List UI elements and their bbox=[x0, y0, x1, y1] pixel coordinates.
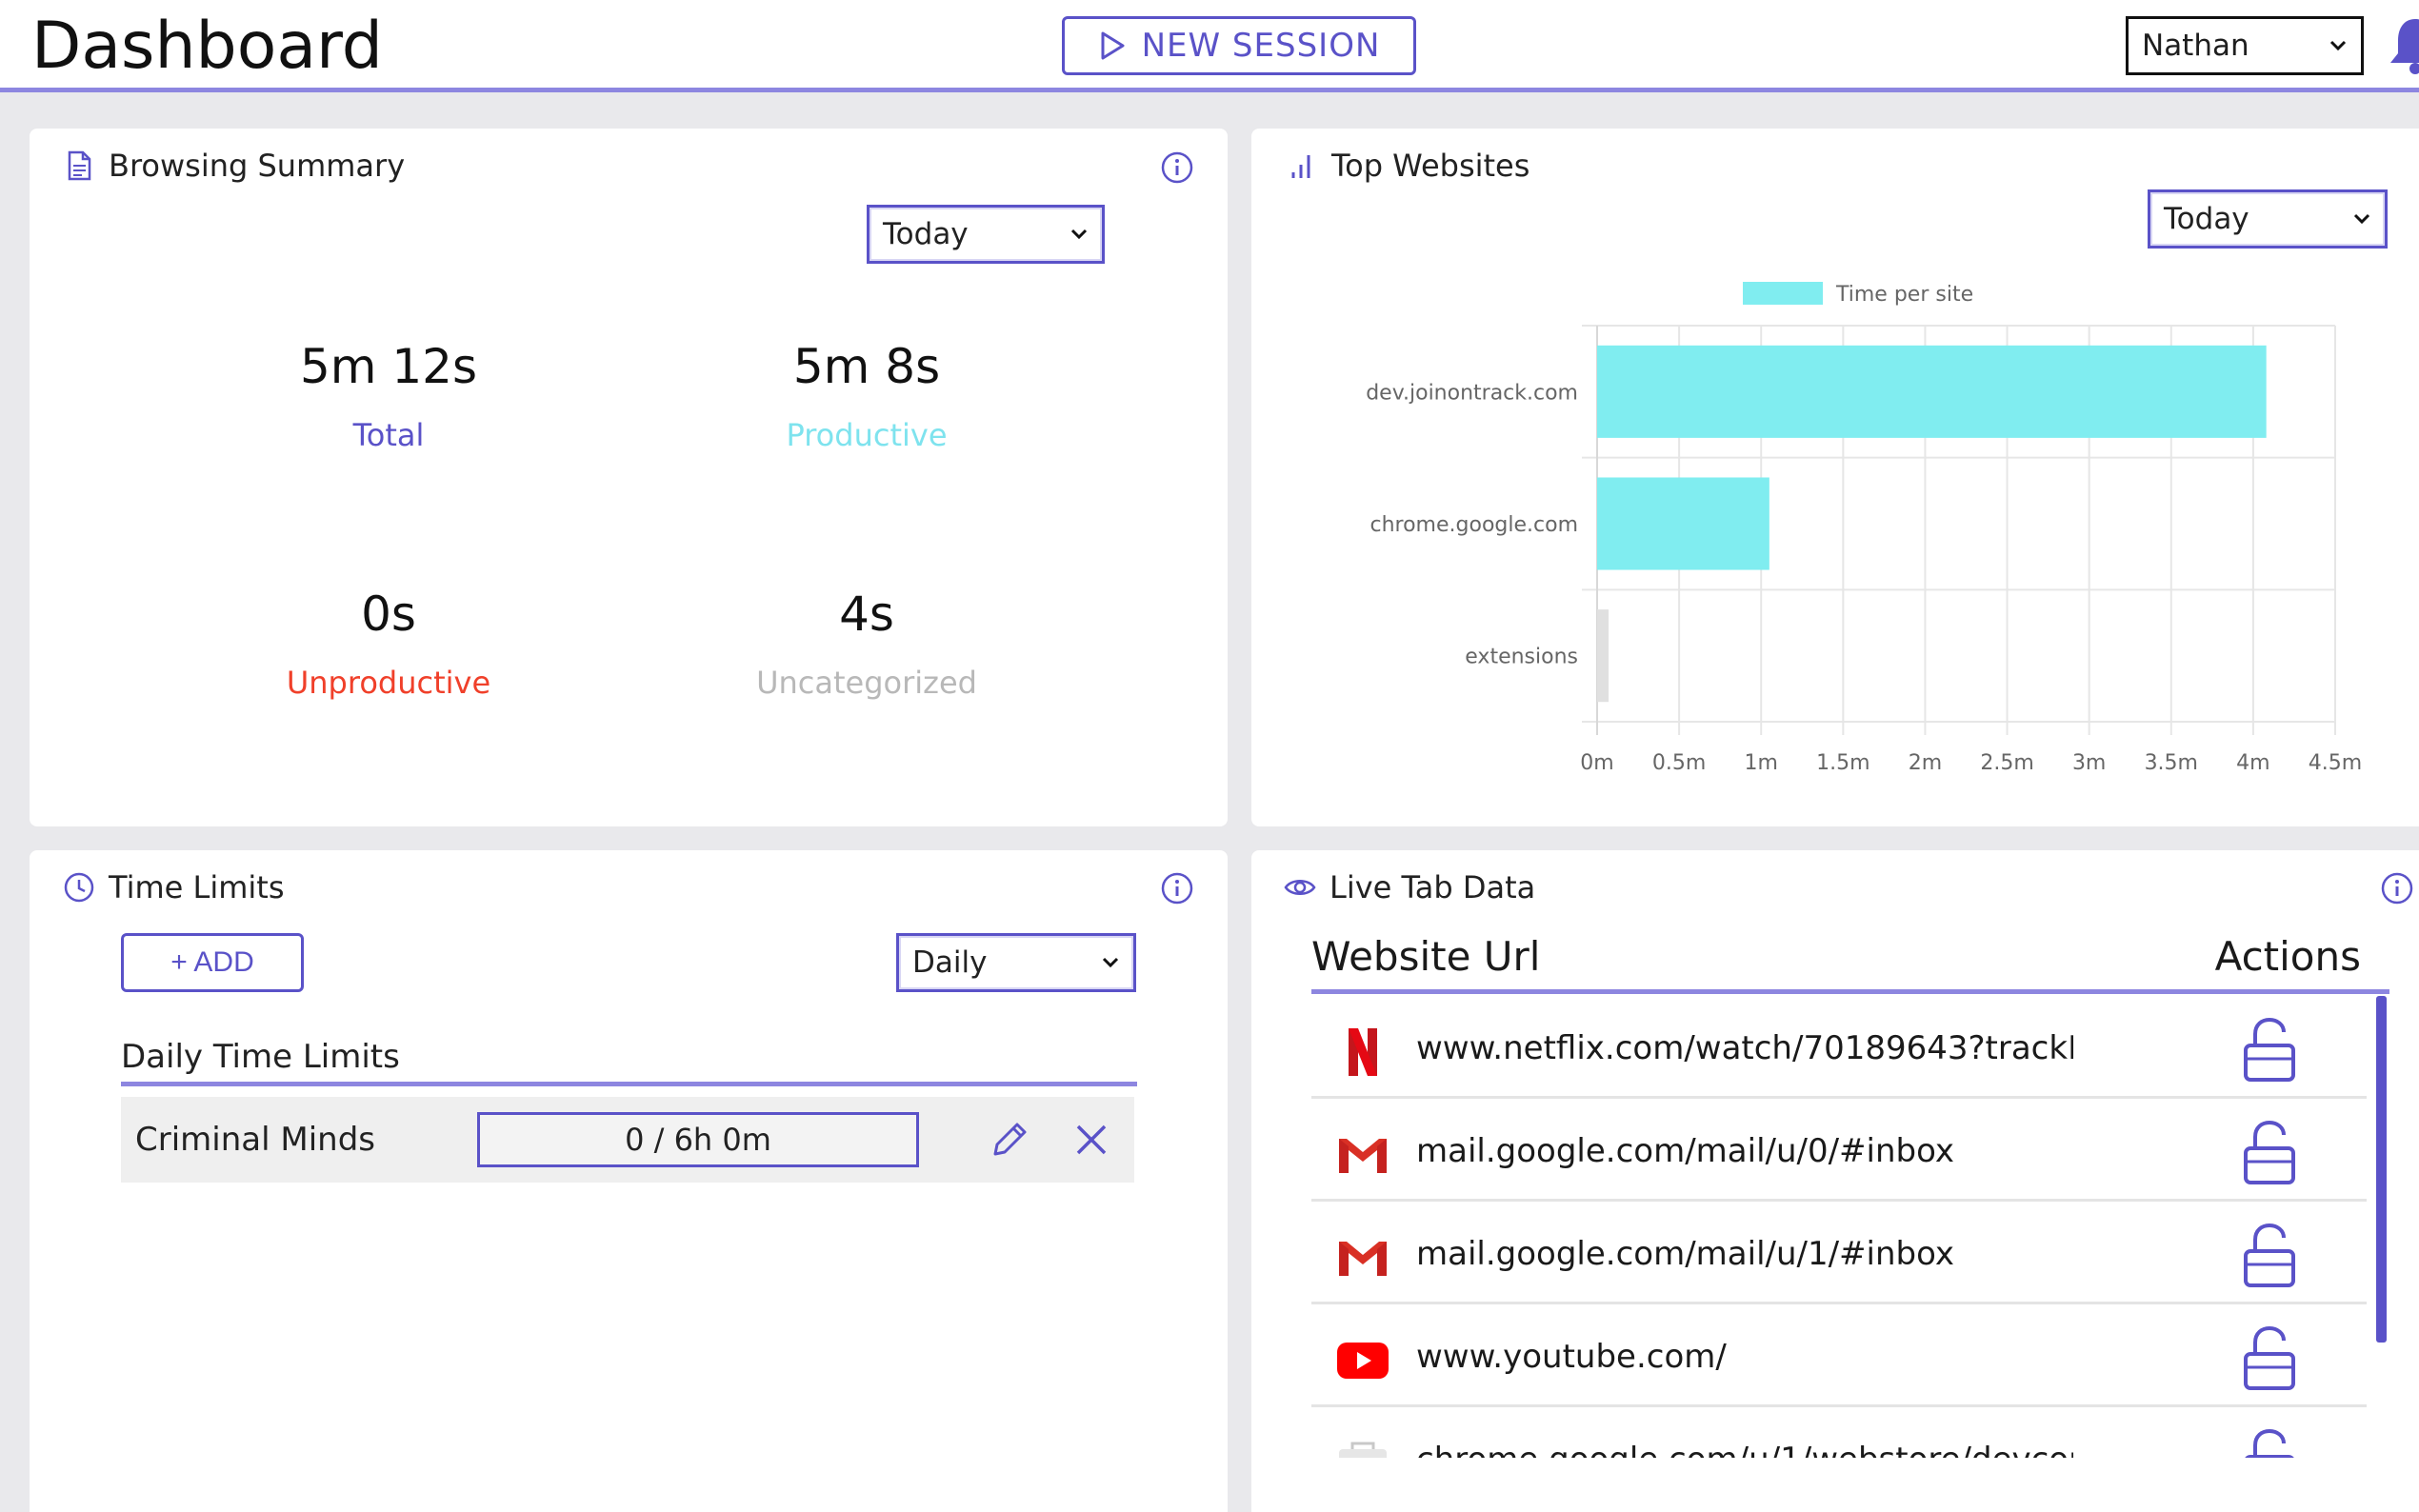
webstore-icon bbox=[1339, 1442, 1387, 1458]
daily-time-limits-heading: Daily Time Limits bbox=[121, 1033, 1137, 1086]
table-row: www.youtube.com/ bbox=[1311, 1304, 2367, 1407]
summary-range-value: Today bbox=[883, 217, 969, 251]
stat-value: 0s bbox=[361, 587, 416, 642]
top-websites-title-text: Top Websites bbox=[1331, 148, 1530, 184]
time-limit-period-value: Daily bbox=[912, 945, 988, 980]
chevron-down-icon bbox=[2329, 40, 2347, 51]
summary-range-select[interactable]: Today bbox=[867, 205, 1105, 264]
tab-url: mail.google.com/mail/u/1/#inbox bbox=[1416, 1235, 1955, 1273]
browsing-summary-title: Browsing Summary bbox=[63, 148, 405, 184]
live-tab-scrollbar[interactable] bbox=[2376, 996, 2387, 1343]
tab-url: mail.google.com/mail/u/0/#inbox bbox=[1416, 1132, 1955, 1170]
tab-url: www.netflix.com/watch/70189643?trackId=2… bbox=[1416, 1029, 2073, 1067]
time-limits-title: Time Limits bbox=[63, 869, 284, 905]
stat-uncategorized: 4s Uncategorized bbox=[667, 581, 1067, 701]
stat-label: Total bbox=[352, 417, 425, 453]
chevron-down-icon bbox=[2353, 213, 2370, 225]
page-title: Dashboard bbox=[31, 9, 383, 84]
time-limit-name: Criminal Minds bbox=[135, 1121, 375, 1159]
new-session-label: NEW SESSION bbox=[1141, 27, 1381, 65]
document-icon bbox=[68, 150, 91, 181]
chevron-down-icon bbox=[1102, 957, 1119, 968]
live-tab-table-header: Website Url Actions bbox=[1311, 933, 2389, 994]
youtube-icon bbox=[1337, 1343, 1389, 1379]
time-limit-usage: 0 / 6h 0m bbox=[625, 1122, 771, 1158]
live-tab-list[interactable]: www.netflix.com/watch/70189643?trackId=2… bbox=[1311, 996, 2389, 1458]
pencil-icon[interactable] bbox=[988, 1118, 1031, 1162]
chevron-down-icon bbox=[1070, 229, 1088, 240]
stat-value: 5m 8s bbox=[792, 339, 941, 394]
tab-url: chrome.google.com/u/1/webstore/devcon bbox=[1416, 1436, 2073, 1458]
unlock-icon[interactable] bbox=[2240, 1325, 2299, 1392]
stat-label: Productive bbox=[786, 417, 948, 453]
top-websites-title: Top Websites bbox=[1286, 148, 1529, 184]
stat-total: 5m 12s Total bbox=[189, 333, 589, 453]
unlock-icon[interactable] bbox=[2240, 1120, 2299, 1186]
stat-productive: 5m 8s Productive bbox=[667, 333, 1067, 453]
app-header: Dashboard NEW SESSION Nathan bbox=[0, 0, 2419, 92]
tab-url: www.youtube.com/ bbox=[1416, 1338, 1727, 1376]
table-row: chrome.google.com/u/1/webstore/devcon bbox=[1311, 1407, 2367, 1458]
time-limit-period-select[interactable]: Daily bbox=[896, 933, 1136, 992]
live-tab-data-title-text: Live Tab Data bbox=[1329, 869, 1536, 905]
table-row: mail.google.com/mail/u/1/#inbox bbox=[1311, 1202, 2367, 1304]
netflix-icon bbox=[1349, 1028, 1377, 1076]
add-time-limit-label: + ADD bbox=[170, 946, 254, 978]
info-icon[interactable] bbox=[1159, 149, 1195, 186]
table-row: www.netflix.com/watch/70189643?trackId=2… bbox=[1311, 996, 2367, 1099]
stat-value: 4s bbox=[839, 587, 894, 642]
clock-icon bbox=[64, 872, 94, 903]
bell-icon[interactable] bbox=[2387, 13, 2419, 74]
info-icon[interactable] bbox=[2379, 870, 2415, 906]
column-header-actions: Actions bbox=[2214, 933, 2361, 980]
close-icon[interactable] bbox=[1072, 1121, 1110, 1159]
add-time-limit-button[interactable]: + ADD bbox=[121, 933, 304, 992]
column-header-url: Website Url bbox=[1311, 933, 1541, 980]
top-websites-range-select[interactable]: Today bbox=[2148, 189, 2388, 249]
stat-unproductive: 0s Unproductive bbox=[189, 581, 589, 701]
unlock-icon[interactable] bbox=[2240, 1223, 2299, 1289]
time-limits-title-text: Time Limits bbox=[109, 869, 285, 905]
new-session-button[interactable]: NEW SESSION bbox=[1062, 16, 1416, 75]
stat-label: Unproductive bbox=[286, 665, 491, 701]
eye-icon bbox=[1284, 880, 1316, 895]
live-tab-data-title: Live Tab Data bbox=[1284, 869, 1535, 905]
stat-label: Uncategorized bbox=[756, 665, 977, 701]
gmail-icon bbox=[1339, 1242, 1387, 1276]
browsing-summary-title-text: Browsing Summary bbox=[109, 148, 406, 184]
time-limit-row: Criminal Minds 0 / 6h 0m bbox=[121, 1097, 1134, 1183]
gmail-icon bbox=[1339, 1139, 1387, 1173]
unlock-icon[interactable] bbox=[2240, 1428, 2299, 1458]
user-select-value: Nathan bbox=[2142, 29, 2249, 63]
time-limit-progress: 0 / 6h 0m bbox=[477, 1112, 919, 1167]
play-icon bbox=[1101, 31, 1125, 60]
info-icon[interactable] bbox=[1159, 870, 1195, 906]
unlock-icon[interactable] bbox=[2240, 1017, 2299, 1084]
table-row: mail.google.com/mail/u/0/#inbox bbox=[1311, 1099, 2367, 1202]
stat-value: 5m 12s bbox=[299, 339, 478, 394]
bar-chart-icon bbox=[1291, 155, 1310, 178]
user-select[interactable]: Nathan bbox=[2126, 16, 2364, 75]
top-websites-range-value: Today bbox=[2164, 202, 2249, 236]
